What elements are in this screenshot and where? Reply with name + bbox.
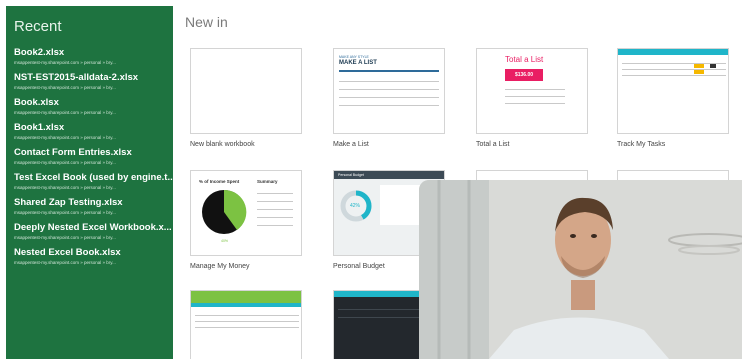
recent-file-item[interactable]: Book1.xlsx msappentest-my.sharepoint.com … <box>14 122 173 141</box>
divider <box>257 193 293 194</box>
new-in-title: New in <box>185 14 228 30</box>
recent-file-name: Test Excel Book (used by engine.t... <box>14 172 173 183</box>
recent-file-name: Nested Excel Book.xlsx <box>14 247 121 258</box>
task-flag <box>694 64 704 68</box>
divider <box>622 75 726 76</box>
header-bar <box>191 303 301 307</box>
recent-file-path: msappentest-my.sharepoint.com » personal… <box>14 85 116 90</box>
recent-file-name: Book2.xlsx <box>14 47 65 58</box>
template-label: Manage My Money <box>190 263 250 270</box>
template-track-my-tasks[interactable]: Track My Tasks <box>617 48 729 148</box>
recent-file-path: msappentest-my.sharepoint.com » personal… <box>14 210 116 215</box>
divider <box>257 217 293 218</box>
header-bar <box>618 49 728 55</box>
divider <box>195 327 299 328</box>
pie-chart-icon <box>202 189 247 234</box>
template-label: Track My Tasks <box>617 141 666 148</box>
presenter-video-frame <box>419 180 742 359</box>
template-total-a-list[interactable]: Total a List $136.00 Total a List <box>476 48 588 148</box>
task-flag <box>710 64 716 68</box>
template-blank-workbook[interactable]: New blank workbook <box>190 48 302 148</box>
template-thumbnail: Total a List $136.00 <box>476 48 588 134</box>
recent-file-path: msappentest-my.sharepoint.com » personal… <box>14 185 116 190</box>
summary-title: Summary <box>257 179 278 184</box>
recent-file-path: msappentest-my.sharepoint.com » personal… <box>14 60 116 65</box>
recent-file-path: msappentest-my.sharepoint.com » personal… <box>14 110 116 115</box>
recent-file-item[interactable]: Nested Excel Book.xlsx msappentest-my.sha… <box>14 247 173 266</box>
recent-file-path: msappentest-my.sharepoint.com » personal… <box>14 135 116 140</box>
recent-file-path: msappentest-my.sharepoint.com » personal… <box>14 260 116 265</box>
recent-file-item[interactable]: Book.xlsx msappentest-my.sharepoint.com »… <box>14 97 173 116</box>
task-flag <box>694 70 704 74</box>
template-thumbnail: % of Income Spent 40% Summary <box>190 170 302 256</box>
template-thumbnail <box>617 48 729 134</box>
recent-file-item[interactable]: Test Excel Book (used by engine.t... msap… <box>14 172 173 191</box>
divider <box>622 69 726 70</box>
recent-file-name: Deeply Nested Excel Workbook.x... <box>14 222 172 233</box>
divider <box>195 321 299 322</box>
template-label: New blank workbook <box>190 141 255 148</box>
divider <box>257 201 293 202</box>
budget-header: Personal Budget <box>338 173 364 177</box>
template-heading: Total a List <box>505 55 544 64</box>
recent-file-path: msappentest-my.sharepoint.com » personal… <box>14 160 116 165</box>
total-amount-badge: $136.00 <box>505 69 543 81</box>
recent-file-item[interactable]: Contact Form Entries.xlsx msappentest-my.… <box>14 147 173 166</box>
divider <box>339 97 439 98</box>
sidebar-title: Recent <box>14 18 62 35</box>
recent-file-name: Book.xlsx <box>14 97 59 108</box>
template-tile[interactable] <box>190 290 302 359</box>
template-label: Total a List <box>476 141 510 148</box>
template-heading: MAKE A LIST <box>339 60 377 66</box>
template-thumbnail <box>190 48 302 134</box>
divider <box>195 315 299 316</box>
divider <box>505 96 565 97</box>
divider <box>505 89 565 90</box>
recent-file-name: Shared Zap Testing.xlsx <box>14 197 123 208</box>
recent-file-name: NST-EST2015-alldata-2.xlsx <box>14 72 139 83</box>
divider <box>339 105 439 106</box>
divider <box>339 70 439 72</box>
template-label: Make a List <box>333 141 369 148</box>
recent-file-item[interactable]: NST-EST2015-alldata-2.xlsx msappentest-my… <box>14 72 173 91</box>
divider <box>257 209 293 210</box>
divider <box>339 89 439 90</box>
chart-title: % of Income Spent <box>199 179 240 184</box>
template-thumbnail: MAKE ANY STYLE MAKE A LIST <box>333 48 445 134</box>
recent-file-name: Contact Form Entries.xlsx <box>14 147 132 158</box>
template-make-a-list[interactable]: MAKE ANY STYLE MAKE A LIST Make a List <box>333 48 445 148</box>
header-bar <box>191 291 301 303</box>
presenter-video-overlay <box>419 180 742 359</box>
template-kicker: MAKE ANY STYLE <box>339 55 369 59</box>
recent-file-item[interactable]: Shared Zap Testing.xlsx msappentest-my.sh… <box>14 197 173 216</box>
template-thumbnail <box>190 290 302 359</box>
divider <box>257 225 293 226</box>
recent-sidebar: Recent Book2.xlsx msappentest-my.sharepoi… <box>6 6 173 359</box>
template-manage-my-money[interactable]: % of Income Spent 40% Summary Manage My … <box>190 170 302 270</box>
divider <box>339 81 439 82</box>
percent-label: 42% <box>350 203 361 209</box>
divider <box>505 103 565 104</box>
percent-label: 40% <box>221 239 229 243</box>
recent-file-item[interactable]: Deeply Nested Excel Workbook.x... msappen… <box>14 222 173 241</box>
recent-file-name: Book1.xlsx <box>14 122 65 133</box>
recent-file-item[interactable]: Book2.xlsx msappentest-my.sharepoint.com … <box>14 47 173 66</box>
recent-file-path: msappentest-my.sharepoint.com » personal… <box>14 235 116 240</box>
